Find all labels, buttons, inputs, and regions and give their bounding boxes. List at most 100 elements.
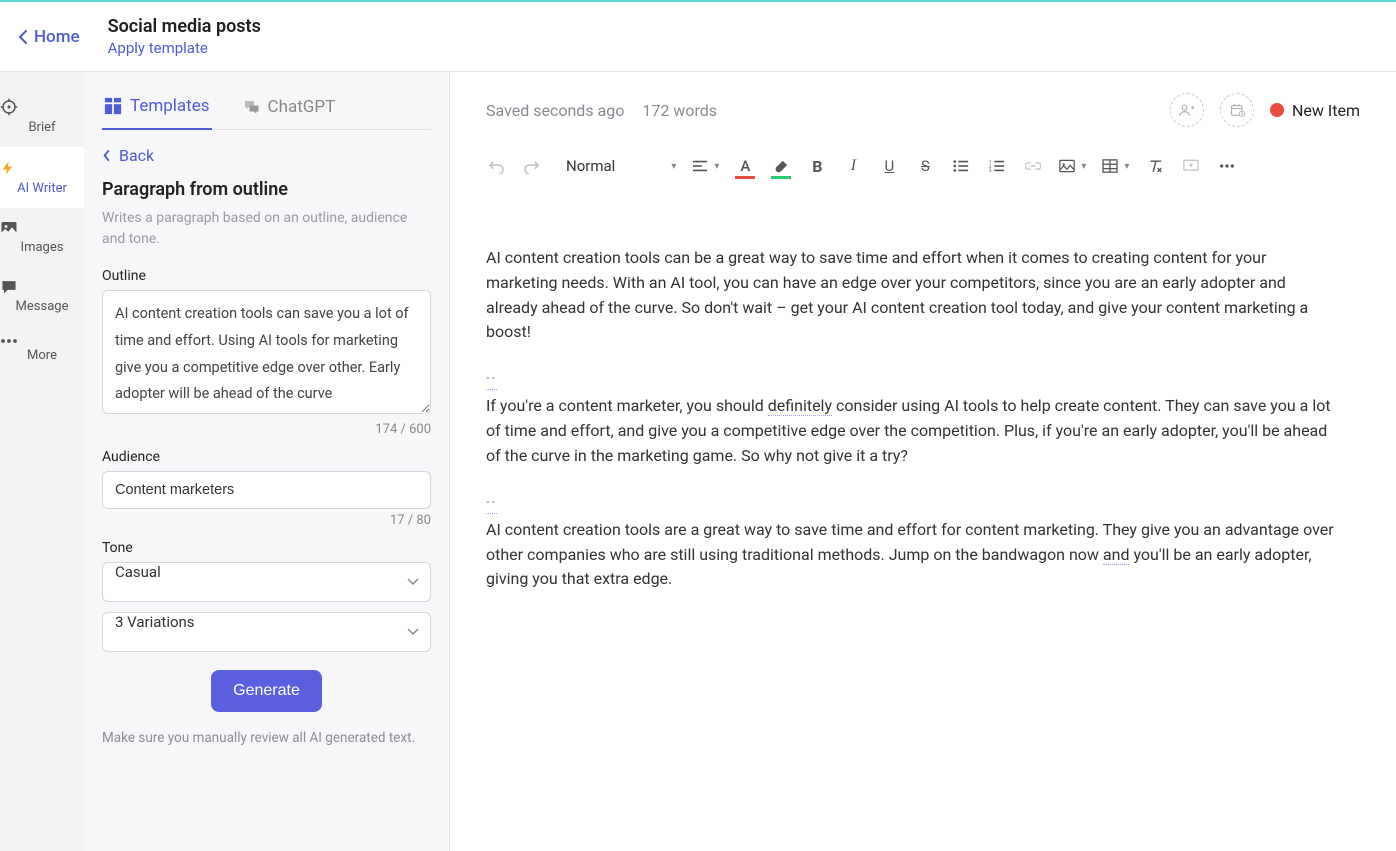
underline-button[interactable]: U bbox=[879, 156, 899, 176]
rail-label: Brief bbox=[28, 120, 55, 135]
saved-status: Saved seconds ago bbox=[486, 101, 624, 120]
strikethrough-button[interactable]: S bbox=[915, 156, 935, 176]
bullet-list-button[interactable] bbox=[951, 156, 971, 176]
font-color-button[interactable]: A bbox=[735, 156, 755, 176]
add-collaborator-button[interactable] bbox=[1170, 93, 1204, 127]
back-label: Back bbox=[119, 146, 154, 165]
paragraph-style-select[interactable]: Normal ▾ bbox=[566, 157, 676, 175]
rail-item-ai-writer[interactable]: AI Writer bbox=[0, 147, 84, 208]
audience-input[interactable] bbox=[102, 471, 431, 509]
new-item-label: New Item bbox=[1292, 101, 1360, 120]
separator: -- bbox=[486, 369, 497, 390]
header: Home Social media posts Apply template bbox=[0, 2, 1396, 72]
redo-button[interactable] bbox=[522, 156, 542, 176]
paragraph[interactable]: AI content creation tools can be a great… bbox=[486, 246, 1336, 345]
tab-chatgpt[interactable]: ChatGPT bbox=[240, 86, 338, 129]
word-count: 172 words bbox=[642, 101, 717, 120]
apply-template-link[interactable]: Apply template bbox=[108, 39, 261, 57]
chat-bubbles-icon bbox=[242, 98, 260, 116]
bold-button[interactable]: B bbox=[807, 156, 827, 176]
redo-icon bbox=[523, 158, 541, 174]
page-title: Social media posts bbox=[108, 16, 261, 37]
outline-counter: 174 / 600 bbox=[102, 422, 431, 437]
sidebar-tabs: Templates ChatGPT bbox=[102, 86, 431, 130]
paragraph[interactable]: If you're a content marketer, you should… bbox=[486, 394, 1336, 468]
back-link[interactable]: Back bbox=[102, 146, 431, 165]
table-insert-button[interactable]: ▾ bbox=[1102, 159, 1129, 173]
rail-item-more[interactable]: More bbox=[0, 326, 84, 375]
audience-label: Audience bbox=[102, 449, 431, 465]
review-note: Make sure you manually review all AI gen… bbox=[102, 728, 431, 748]
status-dot-icon bbox=[1270, 103, 1284, 117]
undo-icon bbox=[487, 158, 505, 174]
rail-label: More bbox=[27, 348, 57, 363]
document-body[interactable]: AI content creation tools can be a great… bbox=[486, 246, 1336, 592]
outline-label: Outline bbox=[102, 268, 431, 284]
tone-select[interactable]: Casual bbox=[102, 562, 431, 602]
generate-button[interactable]: Generate bbox=[211, 670, 322, 712]
numbered-list-icon: 123 bbox=[989, 159, 1005, 173]
align-button[interactable]: ▾ bbox=[692, 159, 719, 173]
tab-label: ChatGPT bbox=[268, 97, 336, 117]
panel-title: Paragraph from outline bbox=[102, 179, 431, 200]
panel-description: Writes a paragraph based on an outline, … bbox=[102, 208, 431, 250]
bolt-icon bbox=[0, 159, 84, 177]
rail-item-images[interactable]: Images bbox=[0, 208, 84, 267]
editor-area: Saved seconds ago 172 words New Item bbox=[450, 72, 1396, 851]
audience-counter: 17 / 80 bbox=[102, 513, 431, 528]
spellcheck-word[interactable]: definitely bbox=[768, 396, 832, 416]
comment-button[interactable] bbox=[1181, 156, 1201, 176]
more-options-button[interactable] bbox=[1217, 156, 1237, 176]
tab-label: Templates bbox=[130, 96, 210, 116]
clear-format-icon bbox=[1147, 159, 1163, 174]
rail-label: AI Writer bbox=[17, 181, 67, 196]
image-insert-button[interactable]: ▾ bbox=[1059, 159, 1086, 173]
italic-button[interactable]: I bbox=[843, 156, 863, 176]
sidebar: Templates ChatGPT Back Paragraph from ou… bbox=[84, 72, 450, 851]
variations-select[interactable]: 3 Variations bbox=[102, 612, 431, 652]
highlight-button[interactable] bbox=[771, 156, 791, 176]
chevron-left-icon bbox=[18, 30, 28, 44]
add-date-button[interactable] bbox=[1220, 93, 1254, 127]
bullet-list-icon bbox=[953, 159, 969, 173]
rail-label: Message bbox=[16, 299, 69, 314]
chevron-down-icon: ▾ bbox=[1081, 161, 1086, 172]
person-plus-icon bbox=[1179, 103, 1195, 117]
letter-a-icon: A bbox=[740, 157, 750, 175]
editor-topbar: Saved seconds ago 172 words New Item bbox=[486, 72, 1360, 148]
align-left-icon bbox=[692, 159, 708, 173]
outline-textarea[interactable] bbox=[102, 290, 431, 414]
rail-label: Images bbox=[21, 240, 64, 255]
templates-icon bbox=[104, 97, 122, 115]
svg-text:3: 3 bbox=[989, 168, 992, 173]
separator: -- bbox=[486, 493, 497, 514]
table-icon bbox=[1102, 159, 1118, 173]
target-icon bbox=[0, 98, 84, 116]
new-item-status[interactable]: New Item bbox=[1270, 101, 1360, 120]
chevron-left-icon bbox=[102, 149, 111, 162]
chevron-down-icon: ▾ bbox=[671, 161, 676, 172]
link-button[interactable] bbox=[1023, 156, 1043, 176]
home-link[interactable]: Home bbox=[18, 27, 80, 47]
left-rail: Brief AI Writer Images Message More bbox=[0, 72, 84, 851]
clear-format-button[interactable] bbox=[1145, 156, 1165, 176]
header-titles: Social media posts Apply template bbox=[108, 16, 261, 57]
rail-item-brief[interactable]: Brief bbox=[0, 86, 84, 147]
rail-item-message[interactable]: Message bbox=[0, 267, 84, 326]
dots-icon bbox=[1219, 164, 1235, 168]
paragraph[interactable]: AI content creation tools are a great wa… bbox=[486, 518, 1336, 592]
comment-plus-icon bbox=[1183, 159, 1199, 174]
tab-templates[interactable]: Templates bbox=[102, 86, 212, 130]
dots-icon bbox=[0, 338, 84, 344]
numbered-list-button[interactable]: 123 bbox=[987, 156, 1007, 176]
chat-icon bbox=[0, 279, 84, 295]
image-icon bbox=[0, 220, 84, 236]
chevron-down-icon: ▾ bbox=[714, 161, 719, 172]
style-select-label: Normal bbox=[566, 157, 619, 175]
undo-button[interactable] bbox=[486, 156, 506, 176]
spellcheck-word[interactable]: and bbox=[1103, 545, 1130, 565]
tone-label: Tone bbox=[102, 540, 431, 556]
highlighter-icon bbox=[773, 159, 789, 173]
editor-toolbar: Normal ▾ ▾ A B I U S bbox=[486, 148, 1360, 196]
calendar-plus-icon bbox=[1230, 103, 1245, 117]
